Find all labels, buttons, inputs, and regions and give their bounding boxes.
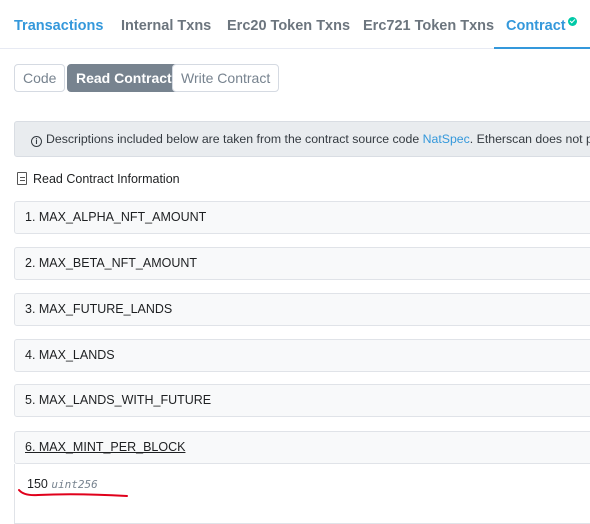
write-contract-button[interactable]: Write Contract: [172, 64, 280, 92]
function-name: 4. MAX_LANDS: [25, 348, 115, 362]
natspec-link[interactable]: NatSpec: [423, 132, 470, 146]
tab-erc20-token-txns[interactable]: Erc20 Token Txns: [227, 0, 350, 49]
tab-contract[interactable]: Contract: [494, 0, 590, 49]
function-name: 2. MAX_BETA_NFT_AMOUNT: [25, 256, 198, 270]
function-row[interactable]: 4. MAX_LANDS: [14, 339, 590, 372]
check-circle-icon: [567, 17, 577, 26]
info-circle-icon: i: [31, 136, 42, 147]
function-row[interactable]: 5. MAX_LANDS_WITH_FUTURE: [14, 384, 590, 417]
function-name: 5. MAX_LANDS_WITH_FUTURE: [25, 393, 212, 407]
function-row[interactable]: 1. MAX_ALPHA_NFT_AMOUNT: [14, 201, 590, 234]
function-name: 1. MAX_ALPHA_NFT_AMOUNT: [25, 210, 207, 224]
tab-internal-txns[interactable]: Internal Txns: [121, 0, 211, 49]
red-underline-annotation: [18, 489, 128, 497]
function-row[interactable]: 3. MAX_FUTURE_LANDS: [14, 293, 590, 326]
function-row-expanded[interactable]: 6. MAX_MINT_PER_BLOCK: [14, 431, 590, 464]
natspec-info-banner: i Descriptions included below are taken f…: [14, 121, 590, 157]
tab-contract-label: Contract: [506, 18, 566, 34]
banner-text-after: . Etherscan does not provide any guarant…: [469, 132, 590, 146]
function-name: 3. MAX_FUTURE_LANDS: [25, 302, 173, 316]
read-contract-button[interactable]: Read Contract: [67, 64, 181, 92]
heading-text: Read Contract Information: [33, 172, 180, 186]
tab-transactions[interactable]: Transactions: [14, 0, 103, 49]
document-icon: [17, 172, 27, 185]
function-row[interactable]: 2. MAX_BETA_NFT_AMOUNT: [14, 247, 590, 280]
function-name: 6. MAX_MINT_PER_BLOCK: [25, 440, 186, 454]
tab-bar: Transactions Internal Txns Erc20 Token T…: [0, 0, 590, 49]
code-button[interactable]: Code: [14, 64, 66, 92]
read-contract-heading: Read Contract Information: [17, 170, 180, 186]
banner-text-before: Descriptions included below are taken fr…: [46, 132, 423, 146]
tab-erc721-token-txns[interactable]: Erc721 Token Txns: [363, 0, 494, 49]
